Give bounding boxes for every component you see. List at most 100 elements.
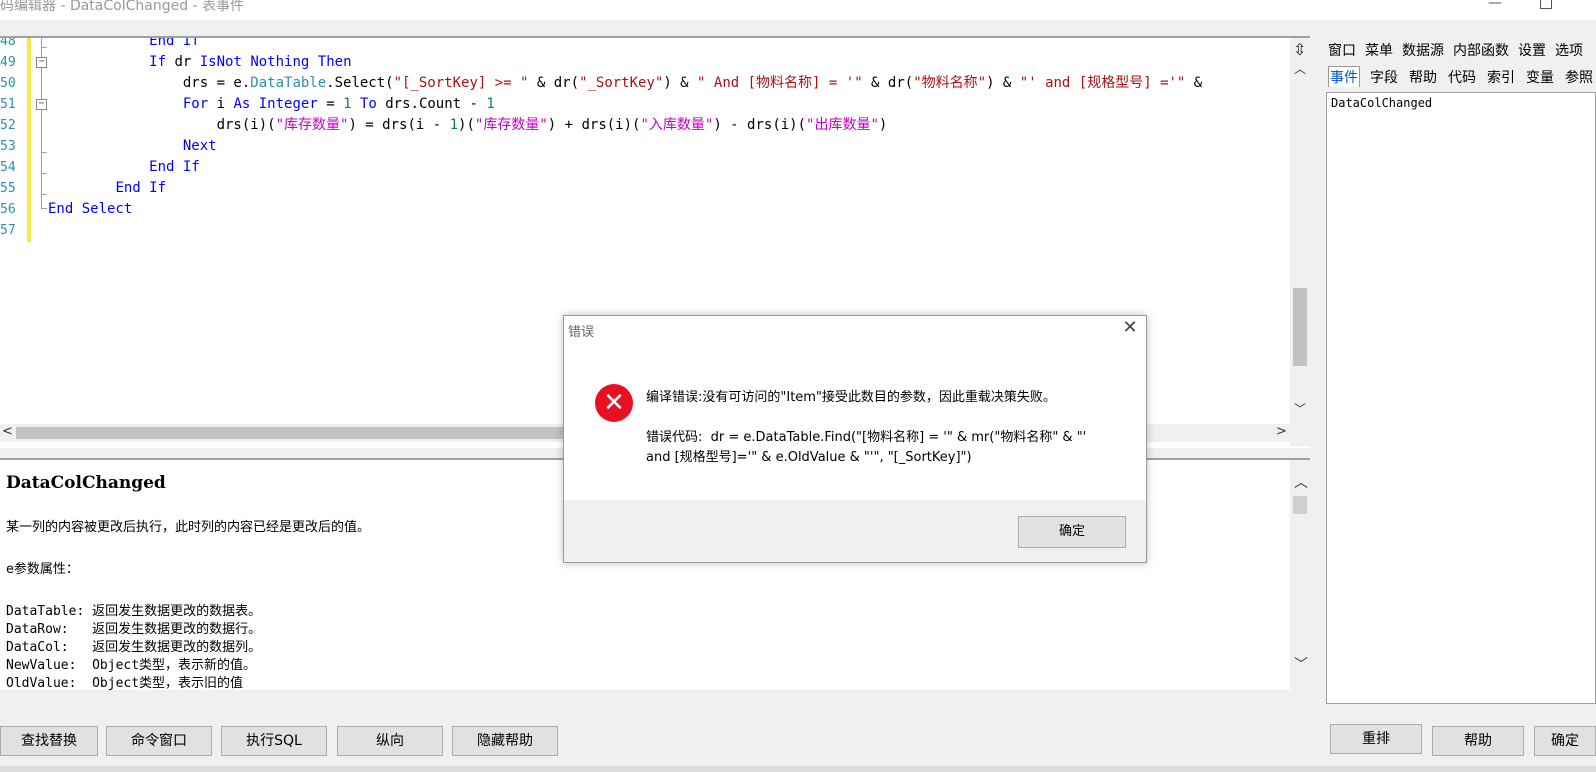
command-window-button[interactable]: 命令窗口 <box>106 726 212 756</box>
error-code-line: 错误代码: dr = e.DataTable.Find("[物料名称] = '"… <box>646 430 1087 445</box>
error-x-icon: ✕ <box>595 384 633 422</box>
help-text: DataCol: 返回发生数据更改的数据列。 <box>6 640 262 655</box>
fold-guide <box>41 194 47 195</box>
code-line[interactable]: End Select <box>48 199 132 220</box>
code-line[interactable]: End If <box>48 38 200 52</box>
error-code-line: and [规格型号]='" & e.OldValue & "'", "[_Sor… <box>646 450 972 465</box>
menu-item-functions[interactable]: 内部函数 <box>1453 40 1509 60</box>
code-token: ) & <box>663 75 698 91</box>
code-token: Next <box>182 138 217 154</box>
rearrange-button[interactable]: 重排 <box>1330 724 1422 754</box>
line-number: 53 <box>0 139 16 154</box>
code-token: End If <box>115 180 167 196</box>
split-handle-icon[interactable]: ⇳ <box>1293 40 1306 59</box>
code-token: )( <box>458 117 475 133</box>
code-token: "物料名称" <box>913 75 987 91</box>
menu-item-settings[interactable]: 设置 <box>1518 40 1546 60</box>
menu-item-datasource[interactable]: 数据源 <box>1402 40 1444 60</box>
help-text: 某一列的内容被更改后执行，此时列的内容已经是更改后的值。 <box>6 520 371 535</box>
code-token: "' and [规格型号] ='" <box>1019 75 1186 91</box>
code-line[interactable]: drs(i)("库存数量") = drs(i - 1)("库存数量") + dr… <box>48 115 888 136</box>
status-strip <box>0 766 1596 772</box>
scroll-up-icon[interactable]: ︿ <box>1294 60 1306 77</box>
fold-guide <box>41 173 47 174</box>
ok-button[interactable]: 确定 <box>1018 516 1126 548</box>
code-line[interactable]: For i As Integer = 1 To drs.Count - 1 <box>48 94 495 115</box>
code-line[interactable]: Next <box>48 136 217 157</box>
tab-index[interactable]: 索引 <box>1486 67 1516 87</box>
code-token: Nothing <box>250 54 310 70</box>
line-number: 52 <box>0 118 16 133</box>
code-line[interactable]: drs = e.DataTable.Select("[_SortKey] >= … <box>48 73 1202 94</box>
code-token: drs = e. <box>48 75 251 91</box>
help-vertical-scrollbar[interactable]: ︿ ﹀ <box>1290 460 1310 690</box>
code-token: "出库数量" <box>806 117 879 133</box>
scroll-thumb[interactable] <box>16 427 566 439</box>
tab-variables[interactable]: 变量 <box>1525 67 1555 87</box>
tab-help[interactable]: 帮助 <box>1408 67 1438 87</box>
right-panel: 窗口 菜单 数据源 内部函数 设置 选项 事件 字段 帮助 代码 索引 变量 参照 DataColCh… <box>1318 36 1596 704</box>
code-token: "库存数量" <box>474 117 548 133</box>
line-number: 57 <box>0 223 16 238</box>
fold-guide <box>41 208 47 209</box>
menu-item-menu[interactable]: 菜单 <box>1365 40 1393 60</box>
line-number: 48 <box>0 36 16 49</box>
tab-bar: 事件 字段 帮助 代码 索引 变量 参照 <box>1328 66 1596 90</box>
help-text: OldValue: Object类型，表示旧的值 <box>6 676 244 690</box>
tab-events[interactable]: 事件 <box>1328 66 1360 87</box>
scroll-thumb[interactable] <box>1293 496 1307 514</box>
code-token: drs.Count - <box>376 96 487 112</box>
code-token: & dr( <box>862 75 914 91</box>
tab-reference[interactable]: 参照 <box>1564 67 1594 87</box>
code-line[interactable]: End If <box>48 178 166 199</box>
minimize-icon[interactable]: — <box>1480 0 1510 16</box>
list-item[interactable]: DataColChanged <box>1331 96 1432 110</box>
code-token: 1 <box>486 96 495 112</box>
code-token: To <box>359 96 377 112</box>
event-list[interactable]: DataColChanged <box>1326 92 1596 704</box>
code-line[interactable]: If dr IsNot Nothing Then <box>48 52 352 73</box>
scroll-thumb[interactable] <box>1293 288 1307 366</box>
scroll-right-icon[interactable]: > <box>1276 424 1287 439</box>
tab-code[interactable]: 代码 <box>1447 67 1477 87</box>
scroll-down-icon[interactable]: ﹀ <box>1294 400 1306 417</box>
vertical-button[interactable]: 纵向 <box>337 726 443 756</box>
code-token: ) - drs(i)( <box>713 117 807 133</box>
code-vertical-scrollbar[interactable]: ⇳ ︿ ﹀ <box>1290 38 1310 446</box>
close-icon[interactable]: ✕ <box>1120 318 1140 338</box>
hide-help-button[interactable]: 隐藏帮助 <box>452 726 558 756</box>
scroll-down-icon[interactable]: ﹀ <box>1294 654 1308 674</box>
help-button[interactable]: 帮助 <box>1432 726 1524 756</box>
code-token: ) + drs(i)( <box>547 117 641 133</box>
scroll-left-icon[interactable]: < <box>2 424 13 439</box>
code-token: 1 <box>343 96 352 112</box>
fold-guide <box>41 47 47 48</box>
code-line[interactable]: End If <box>48 157 200 178</box>
find-replace-button[interactable]: 查找替换 <box>0 726 98 756</box>
collapse-icon[interactable]: − <box>36 57 47 68</box>
exec-sql-button[interactable]: 执行SQL <box>221 726 327 756</box>
code-text-area[interactable]: End If If dr IsNot Nothing Then drs = e.… <box>48 38 1288 242</box>
line-number: 50 <box>0 76 16 91</box>
collapse-icon[interactable]: − <box>36 99 47 110</box>
code-token: Integer <box>258 96 318 112</box>
code-token: Then <box>317 54 352 70</box>
menu-item-options[interactable]: 选项 <box>1555 40 1583 60</box>
menu-item-window[interactable]: 窗口 <box>1328 40 1356 60</box>
line-number: 54 <box>0 160 16 175</box>
code-token: & <box>1185 75 1203 91</box>
code-token: .Select( <box>326 75 394 91</box>
line-number: 56 <box>0 202 16 217</box>
maximize-icon[interactable] <box>1540 0 1552 9</box>
code-token: "_SortKey" <box>579 75 664 91</box>
scroll-up-icon[interactable]: ︿ <box>1294 472 1308 492</box>
title-bar: 码编辑器 - DataColChanged - 表事件 — <box>0 0 1596 20</box>
tab-fields[interactable]: 字段 <box>1369 67 1399 87</box>
confirm-button[interactable]: 确定 <box>1534 726 1596 756</box>
